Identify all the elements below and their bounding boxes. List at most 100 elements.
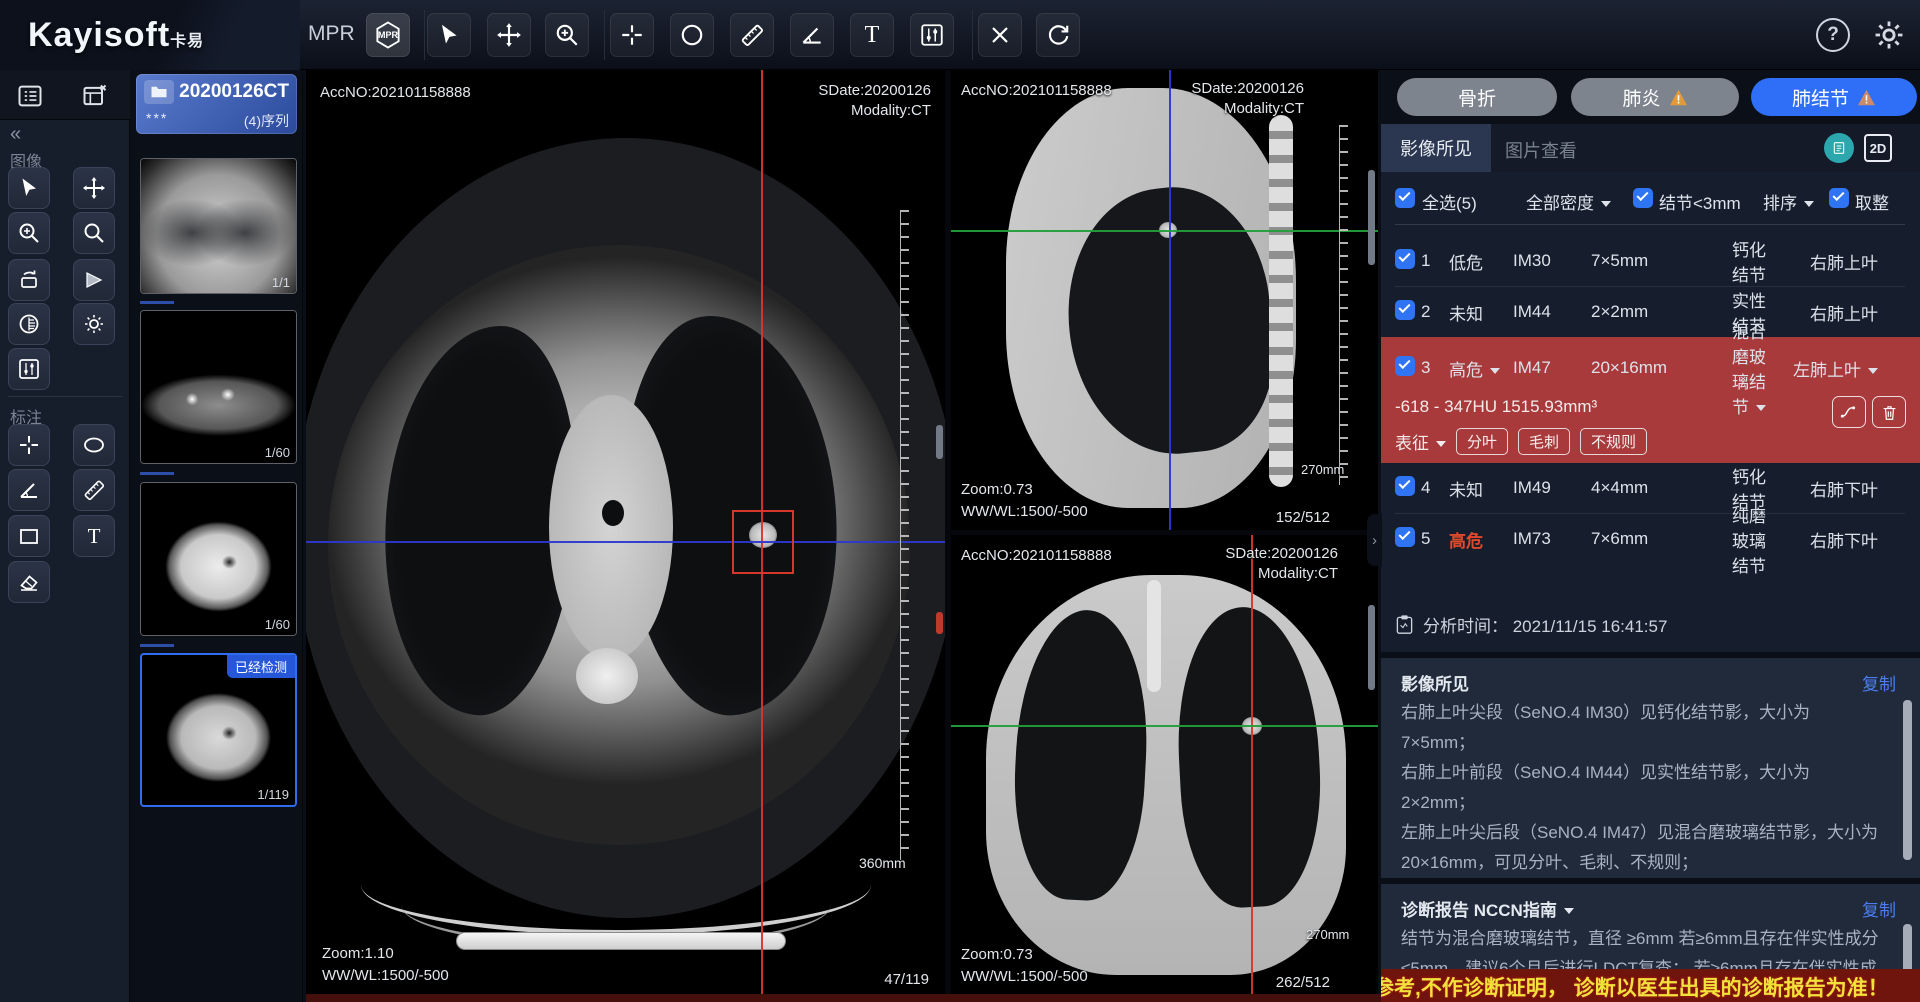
row-checkbox[interactable] (1395, 300, 1415, 320)
pan-sidebar-button[interactable] (73, 167, 115, 209)
copy-report-link[interactable]: 复制 (1862, 896, 1896, 921)
coronal-viewport[interactable]: AccNO:202101158888 SDate:20200126 Modali… (951, 535, 1378, 995)
help-button[interactable]: ? (1816, 18, 1850, 52)
window-level-button[interactable] (910, 13, 954, 57)
nodule-contour-button[interactable] (1832, 396, 1866, 428)
thumbnail-series-2[interactable]: 1/60 (140, 310, 297, 464)
risk-level-high: 高危 (1449, 527, 1513, 552)
mpr-mode-button[interactable]: MPR (366, 13, 410, 57)
feature-tag[interactable]: 不规则 (1580, 428, 1647, 455)
disclaimer-marquee: 参考,不作诊断证明， 诊断以医生出具的诊断报告为准！ (1381, 969, 1920, 1002)
flip-button[interactable] (73, 259, 115, 301)
window-preset-button[interactable] (8, 348, 50, 390)
tab-pneumonia[interactable]: 肺炎 (1571, 78, 1739, 116)
crosshair-horizontal-blue[interactable] (306, 541, 945, 543)
sidebar-collapse-button[interactable]: « (10, 123, 21, 146)
eraser-button[interactable] (8, 561, 50, 603)
crosshair-vertical-blue[interactable] (1169, 70, 1171, 530)
close-delete-button[interactable] (978, 13, 1022, 57)
nodule-position-marker[interactable] (936, 612, 943, 634)
nodule-roi-box[interactable] (732, 510, 794, 574)
text-tool-button[interactable]: T (850, 13, 894, 57)
move-icon (82, 176, 106, 200)
nodule-row-3-selected[interactable]: 3 高危 IM47 20×16mm 混合磨玻璃结节 左肺上叶 (1381, 343, 1920, 393)
slice-scrollbar-thumb[interactable] (1368, 605, 1375, 690)
nodule-number: 5 (1421, 529, 1449, 549)
nodule-row-1[interactable]: 1 低危 IM30 7×5mm 钙化结节 右肺上叶 (1381, 236, 1920, 286)
thumbnail-series-4-selected[interactable]: 已经检测 1/119 (140, 653, 297, 807)
round-label[interactable]: 取整 (1855, 189, 1889, 214)
tab-lung-nodule-active[interactable]: 肺结节 (1751, 78, 1917, 116)
magnify-sidebar-button[interactable] (73, 212, 115, 254)
density-filter-dropdown[interactable]: 全部密度 (1526, 189, 1611, 214)
folder-icon (144, 80, 174, 104)
nodule-size: 7×6mm (1591, 529, 1721, 549)
copy-findings-link[interactable]: 复制 (1862, 670, 1896, 695)
zoom-in-sidebar-button[interactable] (8, 212, 50, 254)
feature-tag[interactable]: 分叶 (1456, 428, 1508, 455)
reset-rotate-button[interactable] (1036, 13, 1080, 57)
sort-dropdown[interactable]: 排序 (1763, 189, 1814, 214)
zoom-tool-button[interactable] (545, 13, 589, 57)
image-number: IM44 (1513, 302, 1591, 322)
brightness-button[interactable] (73, 303, 115, 345)
pointer-sidebar-button[interactable] (8, 167, 50, 209)
subtab-imaging-findings[interactable]: 影像所见 (1381, 124, 1491, 172)
row-checkbox[interactable] (1395, 356, 1415, 376)
crosshair-annotation-button[interactable] (8, 424, 50, 466)
delete-nodule-button[interactable] (1872, 396, 1906, 428)
panel-expander-handle[interactable]: › (1367, 514, 1382, 566)
thumbnail-series-3[interactable]: 1/60 (140, 482, 297, 636)
crosshair-vertical-red[interactable] (1251, 535, 1253, 995)
row-checkbox[interactable] (1395, 527, 1415, 547)
crosshair-tool-button[interactable] (610, 13, 654, 57)
angle-tool-button[interactable] (790, 13, 834, 57)
rectangle-annotation-button[interactable] (8, 515, 50, 557)
row-checkbox[interactable] (1395, 249, 1415, 269)
crosshair-horizontal-green[interactable] (951, 725, 1378, 727)
round-checkbox[interactable] (1829, 188, 1849, 208)
ruler-tool-button[interactable] (730, 13, 774, 57)
feature-dropdown[interactable]: 表征 (1395, 429, 1446, 454)
slice-scrollbar-thumb[interactable] (936, 425, 943, 459)
small-nodule-checkbox[interactable] (1633, 188, 1653, 208)
cursor-icon (436, 22, 462, 48)
pointer-tool-button[interactable] (427, 13, 471, 57)
select-all-checkbox[interactable] (1395, 188, 1415, 208)
report-title[interactable]: 诊断报告 NCCN指南 (1401, 896, 1574, 921)
nodule-type-dropdown[interactable]: 混合磨玻璃结节 (1721, 318, 1766, 418)
text-annotation-button[interactable]: T (73, 515, 115, 557)
select-all-label[interactable]: 全选(5) (1422, 189, 1477, 214)
row-checkbox[interactable] (1395, 476, 1415, 496)
thumbnail-series-1[interactable]: 1/1 (140, 158, 297, 294)
findings-scrollbar[interactable] (1903, 700, 1912, 860)
ellipse-tool-button[interactable] (670, 13, 714, 57)
small-nodule-label[interactable]: 结节<3mm (1659, 189, 1741, 214)
axial-viewport[interactable]: AccNO:202101158888 SDate:20200126 Modali… (306, 70, 945, 1002)
layout-close-button[interactable] (74, 75, 116, 117)
ruler-icon (82, 478, 106, 502)
crosshair-horizontal-green[interactable] (951, 230, 1378, 232)
layout-grid-button[interactable] (9, 75, 51, 117)
risk-level-dropdown[interactable]: 高危 (1449, 356, 1513, 381)
rotate-image-button[interactable] (8, 259, 50, 301)
nodule-row-5[interactable]: 5 高危 IM73 7×6mm 纯磨玻璃结节 右肺下叶 (1381, 514, 1920, 564)
study-header[interactable]: 20200126CT *** (4)序列 (136, 74, 297, 134)
nodule-row-4[interactable]: 4 未知 IM49 4×4mm 钙化结节 右肺下叶 (1381, 463, 1920, 513)
nodule-location-dropdown[interactable]: 左肺上叶 (1766, 356, 1878, 381)
tab-fracture[interactable]: 骨折 (1397, 78, 1557, 116)
sagittal-viewport[interactable]: AccNO:202101158888 SDate:20200126 Modali… (951, 70, 1378, 530)
report-bubble-button[interactable] (1824, 133, 1854, 163)
feature-tag[interactable]: 毛刺 (1518, 428, 1570, 455)
pan-tool-button[interactable] (487, 13, 531, 57)
invert-contrast-button[interactable] (8, 303, 50, 345)
detected-badge: 已经检测 (227, 655, 295, 678)
slice-scrollbar-thumb[interactable] (1368, 170, 1375, 265)
angle-annotation-button[interactable] (8, 469, 50, 511)
ellipse-annotation-button[interactable] (73, 424, 115, 466)
settings-button[interactable] (1872, 18, 1906, 52)
2d-view-toggle-button[interactable]: 2D (1864, 134, 1892, 162)
nodule-row-2[interactable]: 2 未知 IM44 2×2mm 实性结节 右肺上叶 (1381, 287, 1920, 337)
ruler-annotation-button[interactable] (73, 469, 115, 511)
subtab-image-view[interactable]: 图片查看 (1505, 137, 1577, 163)
